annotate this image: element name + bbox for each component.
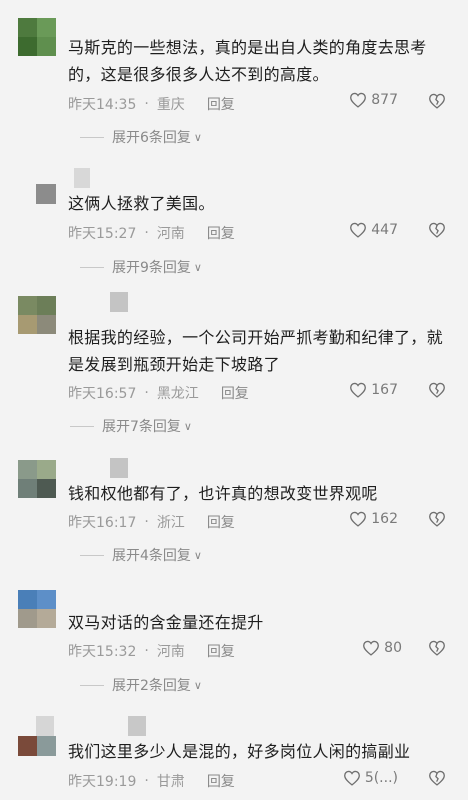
divider-line [80,266,104,268]
like-button[interactable]: 877 [349,92,398,108]
comment-meta: 昨天14:35 · 重庆 回复 [68,94,235,114]
like-count: 162 [371,511,398,527]
expand-label: 展开2条回复 [112,678,191,694]
broken-heart-icon [429,640,445,656]
expand-replies-button[interactable]: 展开6条回复 ∨ [80,127,202,147]
separator-dot: · [144,773,149,789]
like-count: 447 [371,222,398,238]
heart-outline-icon [350,511,367,527]
reply-button[interactable]: 回复 [207,512,235,532]
avatar[interactable] [18,590,56,628]
comment-location: 黑龙江 [156,386,199,402]
comment-meta: 昨天16:57 · 黑龙江 回复 [68,383,249,403]
comment-location: 河南 [156,226,185,242]
divider-line [80,684,104,686]
dislike-button[interactable] [428,382,446,402]
comment-location: 重庆 [156,97,185,113]
dislike-button[interactable] [428,640,446,660]
divider-line [80,136,104,138]
avatar[interactable] [18,460,56,498]
reply-button[interactable]: 回复 [207,641,235,661]
dislike-button[interactable] [428,511,446,531]
comment-meta: 昨天16:17 · 浙江 回复 [68,512,235,532]
comment-time: 昨天19:19 [68,774,137,790]
expand-label: 展开4条回复 [112,548,191,564]
avatar[interactable] [18,736,56,756]
comment-meta: 昨天15:27 · 河南 回复 [68,223,235,243]
avatar[interactable] [36,184,56,204]
expand-replies-button[interactable]: 展开7条回复 ∨ [70,416,192,436]
broken-heart-icon [429,382,445,398]
comment-text: 双马对话的含金量还在提升 [68,613,264,632]
separator-dot: · [144,514,149,530]
comment-meta: 昨天19:19 · 甘肃 回复 [68,771,235,791]
dislike-button[interactable] [428,770,446,790]
comment-location: 浙江 [156,515,185,531]
separator-dot: · [144,385,149,401]
comment-time: 昨天15:32 [68,644,137,660]
comment-text: 钱和权他都有了，也许真的想改变世界观呢 [68,484,378,503]
broken-heart-icon [429,770,445,786]
chevron-down-icon: ∨ [193,678,202,692]
broken-heart-icon [429,222,445,238]
reply-button[interactable]: 回复 [207,94,235,114]
like-count: 167 [371,382,398,398]
comment-text: 我们这里多少人是混的，好多岗位人闲的搞副业 [68,742,411,761]
avatar[interactable] [18,18,56,56]
comment-time: 昨天14:35 [68,97,137,113]
like-count: 80 [384,640,402,656]
username-mosaic [110,458,128,478]
like-button[interactable]: 162 [349,511,398,527]
dislike-button[interactable] [428,93,446,113]
like-button[interactable]: 5(...) [343,770,398,786]
separator-dot: · [144,225,149,241]
avatar[interactable] [18,296,56,334]
comment-location: 甘肃 [156,774,185,790]
reply-button[interactable]: 回复 [207,223,235,243]
expand-label: 展开9条回复 [112,260,191,276]
expand-label: 展开6条回复 [112,130,191,146]
like-button[interactable]: 80 [362,640,402,656]
broken-heart-icon [429,93,445,109]
heart-outline-icon [350,382,367,398]
expand-label: 展开7条回复 [102,419,181,435]
reply-button[interactable]: 回复 [207,771,235,791]
divider-line [70,425,94,427]
separator-dot: · [144,643,149,659]
reply-button[interactable]: 回复 [221,383,249,403]
username-mosaic [128,716,146,736]
expand-replies-button[interactable]: 展开2条回复 ∨ [80,675,202,695]
comment-text: 这俩人拯救了美国。 [68,194,215,213]
comment-time: 昨天15:27 [68,226,137,242]
username-mosaic [36,716,54,736]
dislike-button[interactable] [428,222,446,242]
heart-outline-icon [350,92,367,108]
comment-text: 马斯克的一些想法，真的是出自人类的角度去思考的，这是很多很多人达不到的高度。 [68,38,427,84]
heart-outline-icon [343,770,360,786]
chevron-down-icon: ∨ [193,548,202,562]
separator-dot: · [144,96,149,112]
chevron-down-icon: ∨ [193,260,202,274]
divider-line [80,554,104,556]
expand-replies-button[interactable]: 展开9条回复 ∨ [80,257,202,277]
heart-outline-icon [350,222,367,238]
like-button[interactable]: 167 [349,382,398,398]
username-mosaic [74,168,90,188]
like-count: 877 [371,92,398,108]
comment-time: 昨天16:57 [68,386,137,402]
heart-outline-icon [363,640,380,656]
broken-heart-icon [429,511,445,527]
comment-text: 根据我的经验，一个公司开始严抓考勤和纪律了，就是发展到瓶颈开始走下坡路了 [68,328,443,374]
chevron-down-icon: ∨ [193,130,202,144]
like-count: 5(...) [364,770,398,786]
comment-time: 昨天16:17 [68,515,137,531]
comment-meta: 昨天15:32 · 河南 回复 [68,641,235,661]
comment-location: 河南 [156,644,185,660]
chevron-down-icon: ∨ [183,419,192,433]
expand-replies-button[interactable]: 展开4条回复 ∨ [80,545,202,565]
username-mosaic [110,292,128,312]
like-button[interactable]: 447 [349,222,398,238]
